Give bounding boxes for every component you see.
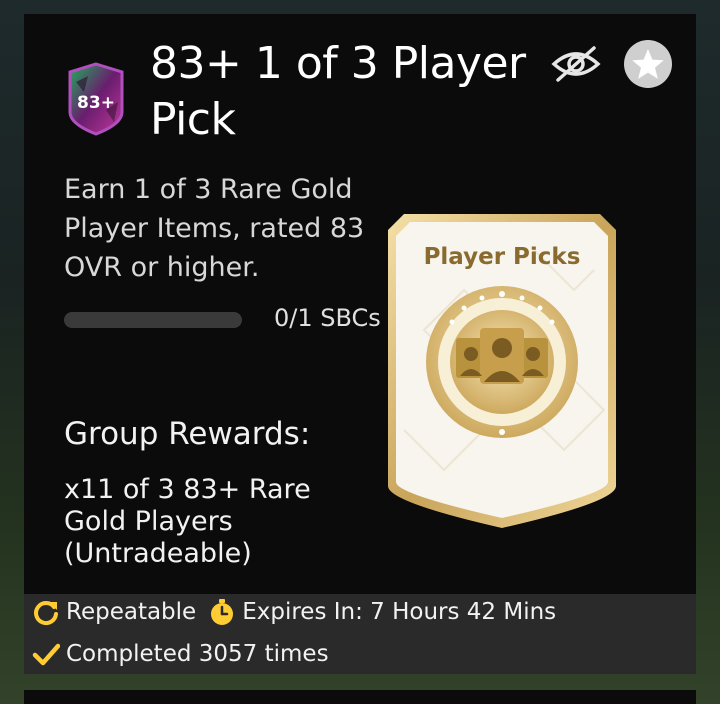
next-sbc-card[interactable] [24,690,696,704]
eye-off-icon[interactable] [550,44,602,84]
repeat-icon [34,601,58,626]
sbc-footer: Repeatable Expires In: 7 Hours 42 Mins C… [24,594,696,674]
progress-bar [64,312,242,328]
sbc-badge-icon: 83+ [68,62,124,136]
progress-text: 0/1 SBCs [274,304,381,332]
sbc-description: Earn 1 of 3 Rare Gold Player Items, rate… [64,174,365,283]
footer-row-completed: Completed 3057 times [32,638,329,670]
checkmark-icon [32,643,60,666]
badge-text: 83+ [77,93,115,113]
completed-label: Completed 3057 times [66,641,329,667]
repeatable-label: Repeatable [66,599,197,625]
group-rewards-heading: Group Rewards: [64,416,311,452]
favorite-button[interactable] [624,40,672,88]
star-icon [632,49,664,79]
group-rewards-text: x11 of 3 83+ Rare Gold Players (Untradea… [64,474,311,569]
expires-label: Expires In: 7 Hours 42 Mins [242,599,557,625]
stopwatch-icon [211,599,234,625]
footer-row-status: Repeatable Expires In: 7 Hours 42 Mins [32,596,556,628]
sbc-title: 83+ 1 of 3 Player Pick [150,38,526,145]
pack-label: Player Picks [423,244,581,270]
